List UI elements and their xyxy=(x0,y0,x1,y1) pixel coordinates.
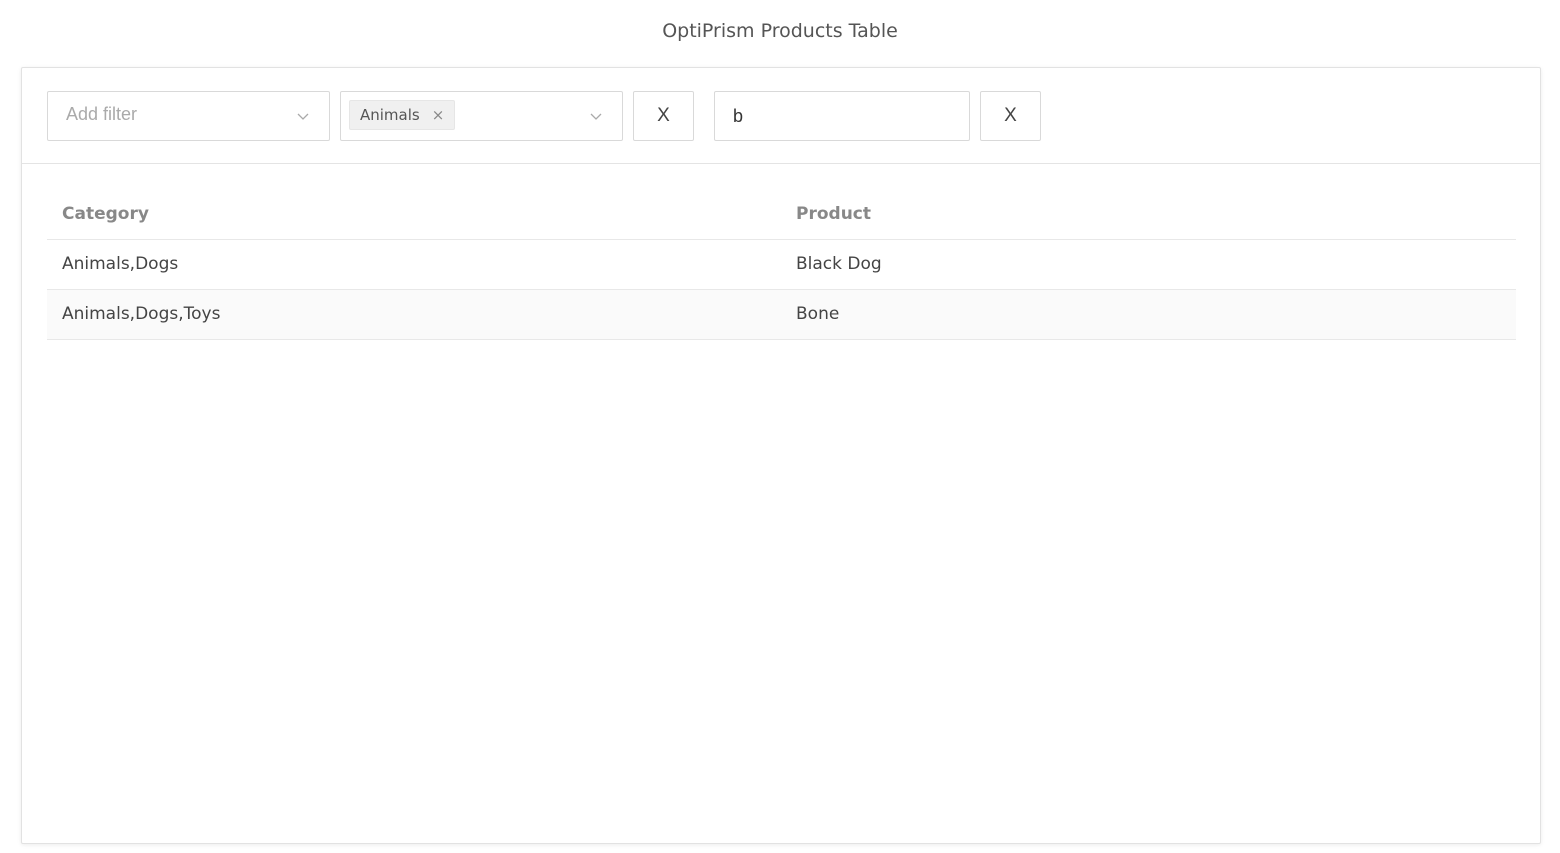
cell-product: Bone xyxy=(781,289,1516,340)
category-tag-label: Animals xyxy=(360,106,420,124)
clear-category-button[interactable]: X xyxy=(633,91,694,141)
products-table: Category Product Animals,Dogs Black Dog … xyxy=(47,189,1516,340)
cell-category: Animals,Dogs xyxy=(47,239,781,290)
category-tag: Animals × xyxy=(349,100,456,130)
table-row[interactable]: Animals,Dogs,Toys Bone xyxy=(47,289,1516,340)
category-multiselect[interactable]: Animals × xyxy=(340,91,623,141)
cell-category: Animals,Dogs,Toys xyxy=(47,289,781,340)
table-row[interactable]: Animals,Dogs Black Dog xyxy=(47,239,1516,290)
chevron-down-icon xyxy=(297,113,309,120)
cell-product: Black Dog xyxy=(781,239,1516,290)
add-filter-select[interactable]: Add filter xyxy=(47,91,330,141)
search-input[interactable] xyxy=(714,91,970,141)
table-header-row: Category Product xyxy=(47,189,1516,240)
column-header-product[interactable]: Product xyxy=(781,189,1516,240)
products-card: Add filter Animals × X X Category Produc… xyxy=(21,67,1541,844)
chevron-down-icon xyxy=(590,113,602,120)
clear-search-button[interactable]: X xyxy=(980,91,1041,141)
column-header-category[interactable]: Category xyxy=(47,189,781,240)
tag-close-icon[interactable]: × xyxy=(432,106,445,124)
filter-toolbar: Add filter Animals × X X xyxy=(22,68,1540,164)
add-filter-placeholder: Add filter xyxy=(66,104,138,124)
page-title: OptiPrism Products Table xyxy=(662,20,898,42)
